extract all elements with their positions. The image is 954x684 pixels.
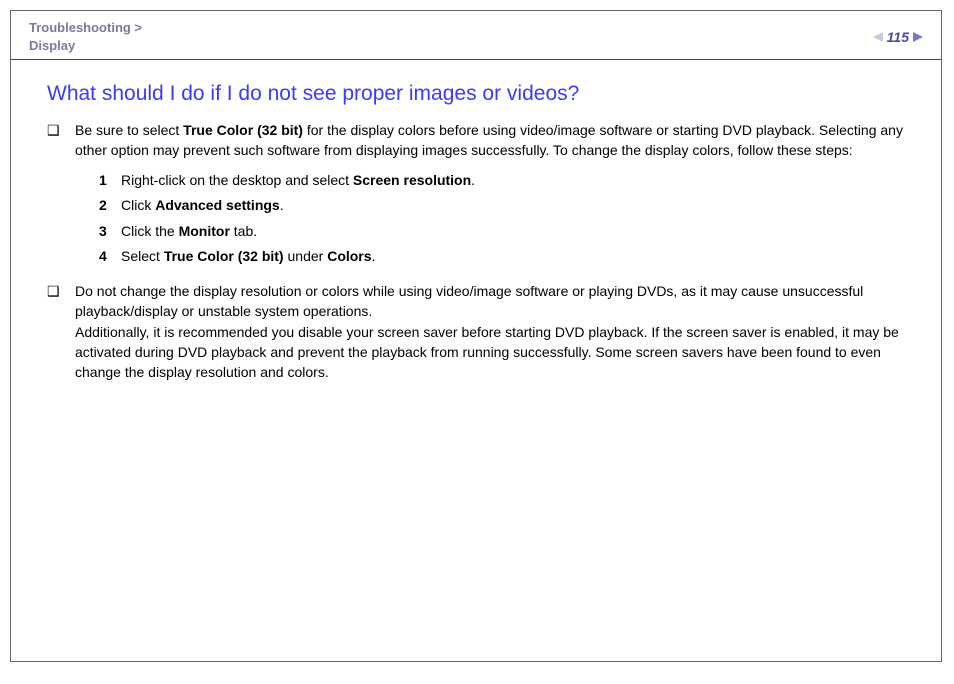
breadcrumb: Troubleshooting > Display	[29, 19, 142, 54]
next-page-icon[interactable]	[913, 32, 923, 42]
content-area: What should I do if I do not see proper …	[11, 60, 941, 382]
bullet-text: Do not change the display resolution or …	[75, 281, 905, 382]
bullet-item: ❑ Be sure to select True Color (32 bit) …	[47, 120, 905, 161]
text-bold: Screen resolution	[353, 172, 471, 188]
prev-page-icon[interactable]	[873, 32, 883, 42]
breadcrumb-line2: Display	[29, 37, 142, 55]
step-item: 2 Click Advanced settings.	[99, 196, 905, 216]
page-nav: 115	[873, 29, 923, 45]
text-run: .	[372, 248, 376, 264]
step-number: 3	[99, 222, 121, 242]
bullet-icon: ❑	[47, 120, 75, 161]
step-text: Click the Monitor tab.	[121, 222, 905, 242]
step-item: 3 Click the Monitor tab.	[99, 222, 905, 242]
text-bold: True Color (32 bit)	[183, 122, 303, 138]
text-run: Click	[121, 197, 155, 213]
text-run: Right-click on the desktop and select	[121, 172, 353, 188]
page-header: Troubleshooting > Display 115	[11, 11, 941, 59]
text-run: tab.	[230, 223, 257, 239]
text-bold: Monitor	[179, 223, 230, 239]
steps-list: 1 Right-click on the desktop and select …	[99, 171, 905, 267]
text-run: Be sure to select	[75, 122, 183, 138]
text-run: Select	[121, 248, 164, 264]
text-run: Click the	[121, 223, 179, 239]
text-bold: Colors	[327, 248, 371, 264]
step-number: 4	[99, 247, 121, 267]
step-text: Right-click on the desktop and select Sc…	[121, 171, 905, 191]
step-text: Click Advanced settings.	[121, 196, 905, 216]
text-run: Additionally, it is recommended you disa…	[75, 324, 899, 381]
breadcrumb-line1: Troubleshooting >	[29, 19, 142, 37]
text-run: Do not change the display resolution or …	[75, 283, 863, 319]
bullet-icon: ❑	[47, 281, 75, 382]
page-frame: Troubleshooting > Display 115 What shoul…	[10, 10, 942, 662]
bullet-item: ❑ Do not change the display resolution o…	[47, 281, 905, 382]
step-item: 1 Right-click on the desktop and select …	[99, 171, 905, 191]
text-run: under	[284, 248, 328, 264]
step-text: Select True Color (32 bit) under Colors.	[121, 247, 905, 267]
page-title: What should I do if I do not see proper …	[47, 82, 905, 106]
text-bold: True Color (32 bit)	[164, 248, 284, 264]
text-run: .	[471, 172, 475, 188]
text-bold: Advanced settings	[155, 197, 279, 213]
bullet-text: Be sure to select True Color (32 bit) fo…	[75, 120, 905, 161]
step-number: 1	[99, 171, 121, 191]
step-item: 4 Select True Color (32 bit) under Color…	[99, 247, 905, 267]
step-number: 2	[99, 196, 121, 216]
text-run: .	[280, 197, 284, 213]
page-number: 115	[887, 29, 909, 45]
